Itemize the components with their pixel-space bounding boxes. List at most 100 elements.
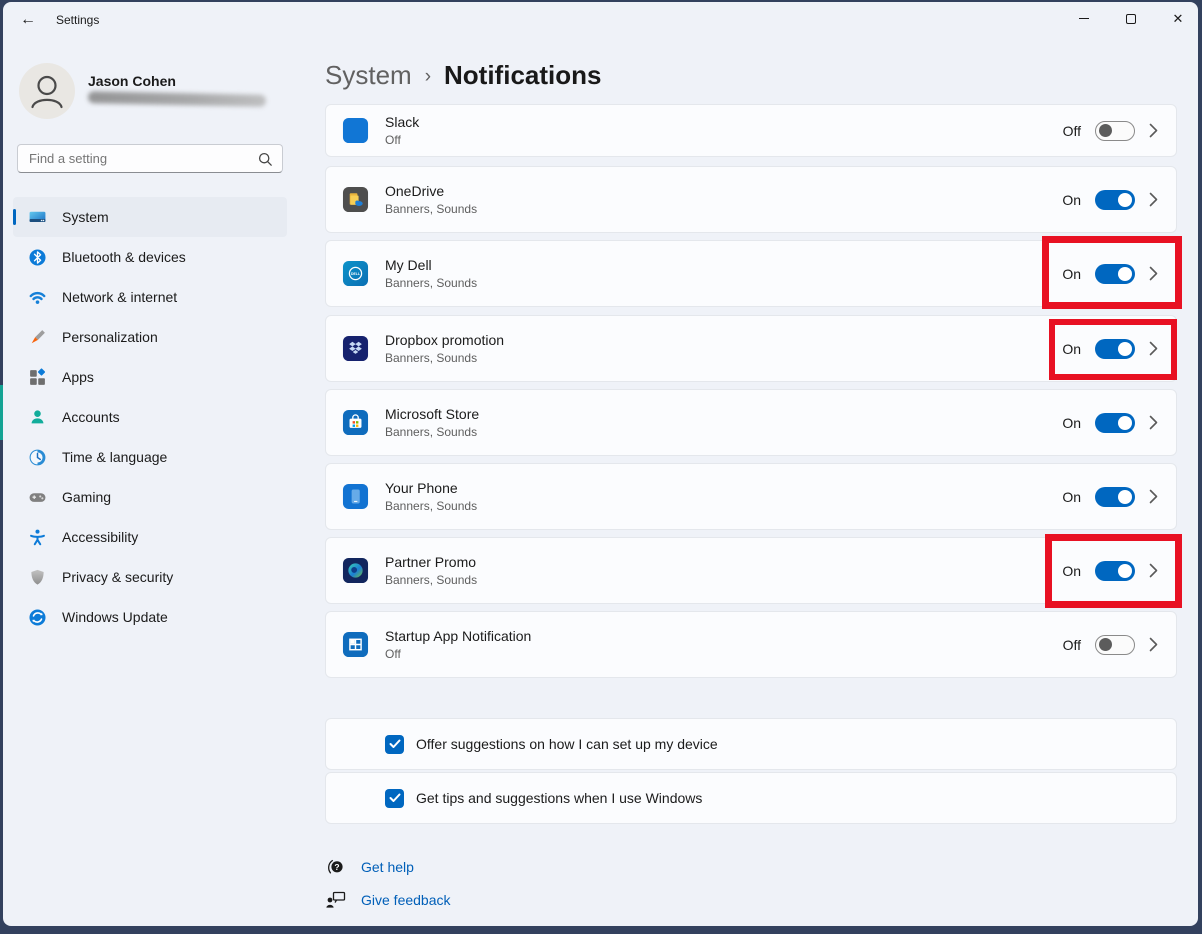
user-name: Jason Cohen: [88, 73, 176, 89]
chevron-right-icon: [1149, 637, 1158, 652]
get-help-icon: ?: [325, 857, 347, 877]
app-subtitle: Banners, Sounds: [385, 276, 477, 290]
sidebar-item-personalization[interactable]: Personalization: [13, 317, 287, 357]
avatar: [19, 63, 75, 119]
toggle-state-label: Off: [1063, 637, 1081, 653]
checkbox-label: Get tips and suggestions when I use Wind…: [416, 790, 702, 806]
gaming-icon: [28, 488, 47, 507]
app-name: Partner Promo: [385, 554, 477, 570]
minimize-icon: [1079, 18, 1089, 19]
close-icon: ✕: [1173, 12, 1184, 25]
your-phone-icon: [342, 483, 369, 510]
back-arrow-icon: ←: [20, 11, 36, 29]
onedrive-icon: [342, 186, 369, 213]
sidebar-item-bluetooth-devices[interactable]: Bluetooth & devices: [13, 237, 287, 277]
app-title: Settings: [56, 13, 99, 27]
app-name: Your Phone: [385, 480, 477, 496]
sidebar-item-label: Time & language: [62, 449, 167, 465]
breadcrumb-separator-icon: ›: [425, 63, 431, 88]
toggle-knob: [1099, 638, 1112, 651]
app-row-onedrive[interactable]: OneDrive Banners, Sounds On: [325, 166, 1177, 233]
sidebar-item-label: Accounts: [62, 409, 120, 425]
toggle-state-label: On: [1062, 489, 1081, 505]
check-icon: [389, 793, 401, 803]
app-row-microsoft-store[interactable]: Microsoft Store Banners, Sounds On: [325, 389, 1177, 456]
sidebar-item-label: Bluetooth & devices: [62, 249, 186, 265]
checkbox-setup-device[interactable]: [385, 735, 404, 754]
app-subtitle: Off: [385, 647, 531, 661]
chevron-right-icon: [1149, 415, 1158, 430]
app-row-slack[interactable]: Slack Off Off: [325, 104, 1177, 157]
close-button[interactable]: ✕: [1155, 2, 1198, 35]
checkbox-tips[interactable]: [385, 789, 404, 808]
maximize-icon: [1126, 14, 1136, 24]
give-feedback-link[interactable]: Give feedback: [325, 888, 451, 912]
sidebar-item-system[interactable]: System: [13, 197, 287, 237]
sidebar-item-apps[interactable]: Apps: [13, 357, 287, 397]
microsoft-store-icon: [342, 409, 369, 436]
minimize-button[interactable]: [1061, 2, 1107, 35]
notification-toggle[interactable]: [1095, 487, 1135, 507]
back-button[interactable]: ←: [13, 7, 43, 33]
notification-toggle[interactable]: [1095, 190, 1135, 210]
slack-icon: [342, 117, 369, 144]
sidebar-item-accounts[interactable]: Accounts: [13, 397, 287, 437]
bluetooth-icon: [28, 248, 47, 267]
partner-promo-icon: [342, 557, 369, 584]
check-icon: [389, 739, 401, 749]
svg-text:?: ?: [334, 862, 339, 872]
app-subtitle: Banners, Sounds: [385, 573, 477, 587]
get-help-link[interactable]: ? Get help: [325, 855, 414, 879]
sidebar-item-label: Apps: [62, 369, 94, 385]
search-input[interactable]: [18, 145, 282, 172]
user-email-redacted: [88, 91, 266, 107]
sidebar-item-label: System: [62, 209, 109, 225]
app-name: Startup App Notification: [385, 628, 531, 644]
app-name: Dropbox promotion: [385, 332, 504, 348]
app-row-startup-app-notification[interactable]: Startup App Notification Off Off: [325, 611, 1177, 678]
app-subtitle: Banners, Sounds: [385, 425, 479, 439]
suggestion-row-setup-device[interactable]: Offer suggestions on how I can set up my…: [325, 718, 1177, 770]
breadcrumb-parent[interactable]: System: [325, 60, 412, 91]
sidebar-item-label: Windows Update: [62, 609, 168, 625]
app-name: OneDrive: [385, 183, 477, 199]
apps-icon: [28, 368, 47, 387]
personalization-icon: [28, 328, 47, 347]
toggle-state-label: On: [1062, 415, 1081, 431]
breadcrumb: System › Notifications: [325, 60, 601, 91]
highlight-box-dropbox: [1049, 319, 1177, 380]
app-name: My Dell: [385, 257, 477, 273]
sidebar-item-label: Privacy & security: [62, 569, 173, 585]
search-icon: [257, 151, 274, 168]
sidebar-nav: System Bluetooth & devices Network & int…: [13, 197, 287, 637]
privacy-security-icon: [28, 568, 47, 587]
sidebar-item-network-internet[interactable]: Network & internet: [13, 277, 287, 317]
startup-app-icon: [342, 631, 369, 658]
maximize-button[interactable]: [1108, 2, 1154, 35]
dropbox-icon: [342, 335, 369, 362]
highlight-box-my-dell: [1042, 236, 1182, 309]
suggestion-row-tips[interactable]: Get tips and suggestions when I use Wind…: [325, 772, 1177, 824]
toggle-state-label: Off: [1063, 123, 1081, 139]
sidebar-item-label: Network & internet: [62, 289, 177, 305]
sidebar-item-privacy-security[interactable]: Privacy & security: [13, 557, 287, 597]
notification-toggle[interactable]: [1095, 635, 1135, 655]
time-language-icon: [28, 448, 47, 467]
sidebar-item-accessibility[interactable]: Accessibility: [13, 517, 287, 557]
notification-toggle[interactable]: [1095, 413, 1135, 433]
toggle-knob: [1118, 490, 1132, 504]
chevron-right-icon: [1149, 489, 1158, 504]
sidebar-item-windows-update[interactable]: Windows Update: [13, 597, 287, 637]
app-name: Slack: [385, 114, 419, 130]
accounts-icon: [28, 408, 47, 427]
search-box: [17, 144, 283, 173]
highlight-box-partner-promo: [1045, 534, 1182, 608]
app-subtitle: Banners, Sounds: [385, 351, 504, 365]
notification-toggle[interactable]: [1095, 121, 1135, 141]
chevron-right-icon: [1149, 192, 1158, 207]
toggle-state-label: On: [1062, 192, 1081, 208]
sidebar-item-time-language[interactable]: Time & language: [13, 437, 287, 477]
toggle-knob: [1118, 193, 1132, 207]
sidebar-item-gaming[interactable]: Gaming: [13, 477, 287, 517]
app-row-your-phone[interactable]: Your Phone Banners, Sounds On: [325, 463, 1177, 530]
